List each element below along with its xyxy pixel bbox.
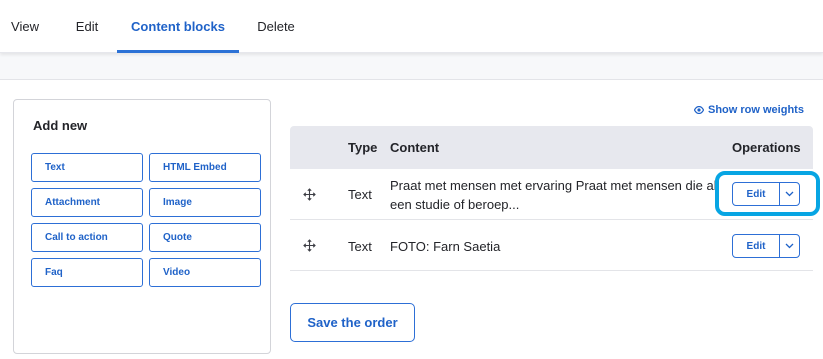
add-html-embed-button[interactable]: HTML Embed [149, 153, 261, 182]
add-image-button[interactable]: Image [149, 188, 261, 217]
edit-button[interactable]: Edit [733, 183, 780, 205]
add-faq-button[interactable]: Faq [31, 258, 143, 287]
drag-handle-icon[interactable] [303, 239, 316, 252]
row-content: FOTO: Farn Saetia [390, 239, 501, 254]
tab-bar: View Edit Content blocks Delete [0, 0, 823, 53]
chevron-down-icon [785, 243, 794, 249]
edit-dropbutton: Edit [732, 234, 800, 258]
add-call-to-action-button[interactable]: Call to action [31, 223, 143, 252]
save-order-button[interactable]: Save the order [290, 303, 415, 342]
add-video-button[interactable]: Video [149, 258, 261, 287]
table-row: Text Praat met mensen met ervaring Praat… [290, 169, 813, 220]
add-new-panel: Add new Text HTML Embed Attachment Image… [13, 99, 271, 354]
edit-button[interactable]: Edit [733, 235, 780, 257]
edit-dropbutton: Edit [732, 182, 800, 206]
table-row: Text FOTO: Farn Saetia Edit [290, 220, 813, 271]
header-content: Content [390, 140, 440, 155]
tab-content-blocks[interactable]: Content blocks [117, 0, 239, 53]
drag-handle-icon[interactable] [303, 188, 316, 201]
content-blocks-table: Type Content Operations Text Praat met m… [290, 126, 813, 271]
tab-delete-label: Delete [257, 19, 295, 34]
tab-view-label: View [11, 19, 39, 34]
operations-toggle[interactable] [780, 235, 799, 257]
active-tab-indicator [117, 50, 239, 53]
add-attachment-button[interactable]: Attachment [31, 188, 143, 217]
tab-edit[interactable]: Edit [62, 0, 112, 53]
header-type: Type [348, 140, 378, 155]
show-row-weights-label: Show row weights [708, 104, 804, 116]
header-operations: Operations [732, 140, 801, 155]
table-header: Type Content Operations [290, 126, 813, 169]
tabs-band [0, 53, 823, 80]
tab-content-blocks-label: Content blocks [131, 19, 225, 34]
row-content: Praat met mensen met ervaring Praat met … [390, 178, 717, 212]
add-quote-button[interactable]: Quote [149, 223, 261, 252]
add-new-title: Add new [33, 118, 88, 133]
row-type: Text [348, 187, 372, 202]
row-type: Text [348, 239, 372, 254]
add-text-button[interactable]: Text [31, 153, 143, 182]
tab-delete[interactable]: Delete [248, 0, 304, 53]
chevron-down-icon [785, 191, 794, 197]
show-row-weights-link[interactable]: Show row weights [694, 104, 804, 116]
operations-toggle[interactable] [780, 183, 799, 205]
eye-icon [694, 106, 704, 114]
tab-view[interactable]: View [0, 0, 50, 53]
tab-edit-label: Edit [75, 19, 99, 34]
